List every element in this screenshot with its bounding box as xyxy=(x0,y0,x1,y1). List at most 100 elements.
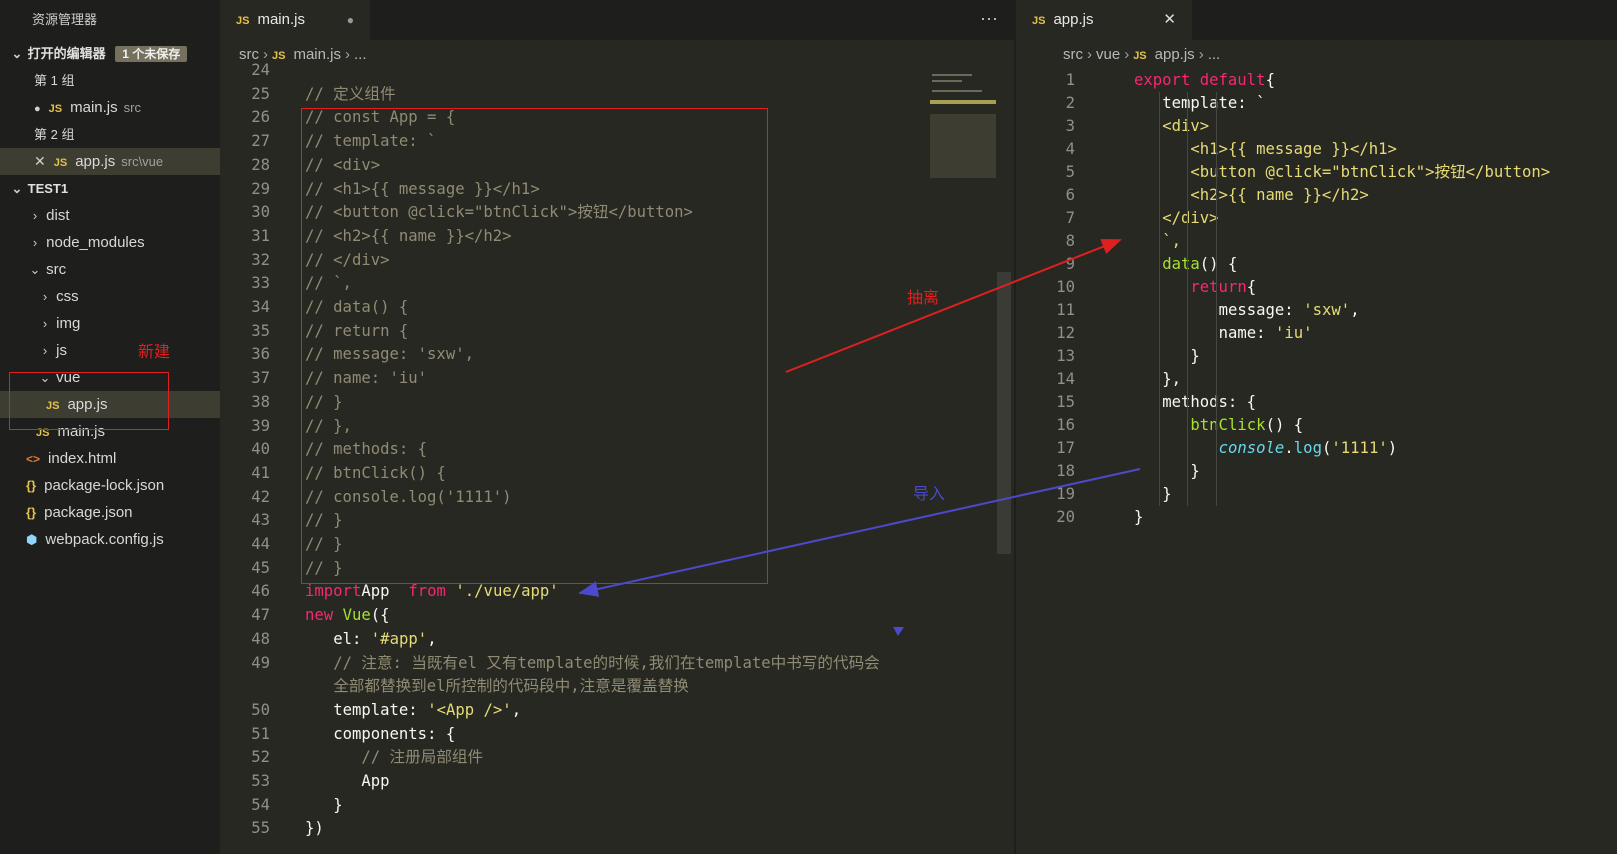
js-file-icon: JS xyxy=(48,103,63,115)
tree-item-src[interactable]: ⌄ src xyxy=(0,256,220,283)
code-line: 19 xyxy=(1016,483,1617,506)
line-number: 14 xyxy=(1056,370,1075,388)
tree-item-webpack-config[interactable]: ⬢ webpack.config.js xyxy=(0,526,220,553)
line-number: 24 xyxy=(251,61,270,79)
unsaved-dot-icon[interactable]: ● xyxy=(347,0,354,40)
tab-label: app.js xyxy=(1053,11,1094,28)
code-line: 7 xyxy=(1016,207,1617,230)
open-editor-main-js[interactable]: ● JS main.js src xyxy=(0,94,220,121)
explorer-sidebar: 资源管理器 ⌄ 打开的编辑器 1 个未保存 第 1 组 ● JS main.js sr… xyxy=(0,0,220,854)
line-number: 50 xyxy=(251,700,270,719)
chevron-right-icon: › xyxy=(1124,46,1130,63)
line-number: 36 xyxy=(251,345,270,364)
line-number: 5 xyxy=(1065,163,1075,181)
tab-app-js[interactable]: JS app.js ✕ xyxy=(1016,0,1192,40)
code-token: '#app' xyxy=(370,629,428,648)
code-token: , xyxy=(427,629,437,648)
unsaved-badge: 1 个未保存 xyxy=(115,46,188,62)
line-number: 16 xyxy=(1056,416,1075,434)
annotation-new: 新建 xyxy=(138,344,171,361)
line-number: 39 xyxy=(251,416,270,435)
breadcrumb-item[interactable]: src xyxy=(1063,46,1083,63)
line-number: 29 xyxy=(251,179,270,198)
line-number: 19 xyxy=(1056,485,1075,503)
code-line: 3 xyxy=(1016,115,1617,138)
unsaved-dot-icon[interactable]: ● xyxy=(34,103,41,115)
code-token: data xyxy=(1162,255,1200,273)
tree-item-package-json[interactable]: {} package.json xyxy=(0,499,220,526)
breadcrumb-item[interactable]: ... xyxy=(1208,46,1221,63)
code-token: 'iu' xyxy=(1275,324,1313,342)
breadcrumb-item[interactable]: vue xyxy=(1096,46,1120,63)
line-number: 52 xyxy=(251,748,270,767)
tab-main-js[interactable]: JS main.js ● xyxy=(220,0,370,40)
line-number: 54 xyxy=(251,795,270,814)
tree-item-dist[interactable]: › dist xyxy=(0,202,220,229)
tree-item-node-modules[interactable]: › node_modules xyxy=(0,229,220,256)
right-breadcrumb[interactable]: src › vue › JS app.js ›... xyxy=(1063,41,1220,69)
chevron-right-icon: › xyxy=(1198,46,1204,63)
tree-item-img[interactable]: › img xyxy=(0,310,220,337)
code-line: 55 xyxy=(220,817,1010,840)
vertical-scrollbar[interactable] xyxy=(997,272,1011,554)
code-line: 8 xyxy=(1016,230,1617,253)
code-token: } xyxy=(1162,485,1172,503)
left-tab-bar: JS main.js ● ··· xyxy=(220,0,1014,40)
code-token: console xyxy=(1218,439,1285,457)
code-token: 全部都替换到el所控制的代码段中,注意是覆盖替换 xyxy=(333,677,689,696)
tree-label: img xyxy=(56,315,81,332)
code-token: '1111' xyxy=(1331,439,1388,457)
line-number: 37 xyxy=(251,369,270,388)
code-line: 2 xyxy=(1016,92,1617,115)
code-token: `, xyxy=(1162,232,1181,250)
chevron-right-icon: › xyxy=(1087,46,1092,63)
code-token: () { xyxy=(1265,416,1304,434)
code-token: // 注册局部组件 xyxy=(361,748,484,767)
html-file-icon: <> xyxy=(26,452,41,466)
tree-item-js[interactable]: › js xyxy=(0,337,220,364)
line-number: 51 xyxy=(251,724,270,743)
breadcrumb-item[interactable]: app.js xyxy=(1155,46,1195,63)
annotation-import: 导入 xyxy=(913,486,946,503)
group-1-label: 第 1 组 xyxy=(34,73,75,88)
open-editors-label: 打开的编辑器 xyxy=(27,46,106,61)
open-editor-app-js[interactable]: ✕ JS app.js src\vue xyxy=(0,148,220,175)
code-token: }) xyxy=(305,819,324,838)
line-number: 10 xyxy=(1056,278,1075,296)
json-file-icon: {} xyxy=(26,478,37,493)
close-icon[interactable]: ✕ xyxy=(34,153,46,169)
code-line: 9 xyxy=(1016,253,1617,276)
line-number: 47 xyxy=(251,606,270,625)
tree-item-package-lock[interactable]: {} package-lock.json xyxy=(0,472,220,499)
line-number: 12 xyxy=(1056,324,1075,342)
tab-label: main.js xyxy=(257,11,305,28)
line-number: 40 xyxy=(251,440,270,459)
code-token: methods: { xyxy=(1162,393,1257,411)
explorer-title: 资源管理器 xyxy=(32,12,98,27)
right-code-area[interactable]: 1 2 3 4 5 6 7 8 9 10 11 12 13 14 15 16 17 18 19 20 export de… xyxy=(1016,69,1617,854)
more-actions-icon[interactable]: ··· xyxy=(980,0,998,36)
code-token: template: xyxy=(333,700,418,719)
line-number: 9 xyxy=(1065,255,1075,273)
tree-label: package.json xyxy=(44,504,133,521)
code-token: } xyxy=(1190,347,1200,365)
tree-item-css[interactable]: › css xyxy=(0,283,220,310)
code-token: </div> xyxy=(1162,209,1219,227)
code-token: , xyxy=(1350,301,1360,319)
tree-item-index-html[interactable]: <> index.html xyxy=(0,445,220,472)
code-line: 18 xyxy=(1016,460,1617,483)
project-header[interactable]: ⌄ TEST1 xyxy=(0,175,220,202)
open-editors-header[interactable]: ⌄ 打开的编辑器 1 个未保存 xyxy=(0,40,220,67)
code-line: 13 xyxy=(1016,345,1617,368)
code-token: App xyxy=(361,772,390,790)
code-token: ) xyxy=(1387,439,1398,457)
minimap[interactable] xyxy=(930,70,996,180)
code-line: 53 xyxy=(220,770,1010,793)
close-icon[interactable]: ✕ xyxy=(1163,0,1176,40)
code-token: <div> xyxy=(1162,117,1210,135)
code-token: <h1>{{ message }}</h1> xyxy=(1190,140,1397,158)
line-number: 13 xyxy=(1056,347,1075,365)
code-token: log xyxy=(1293,439,1322,457)
line-number: 32 xyxy=(251,250,270,269)
chevron-down-icon: ⌄ xyxy=(11,181,23,196)
